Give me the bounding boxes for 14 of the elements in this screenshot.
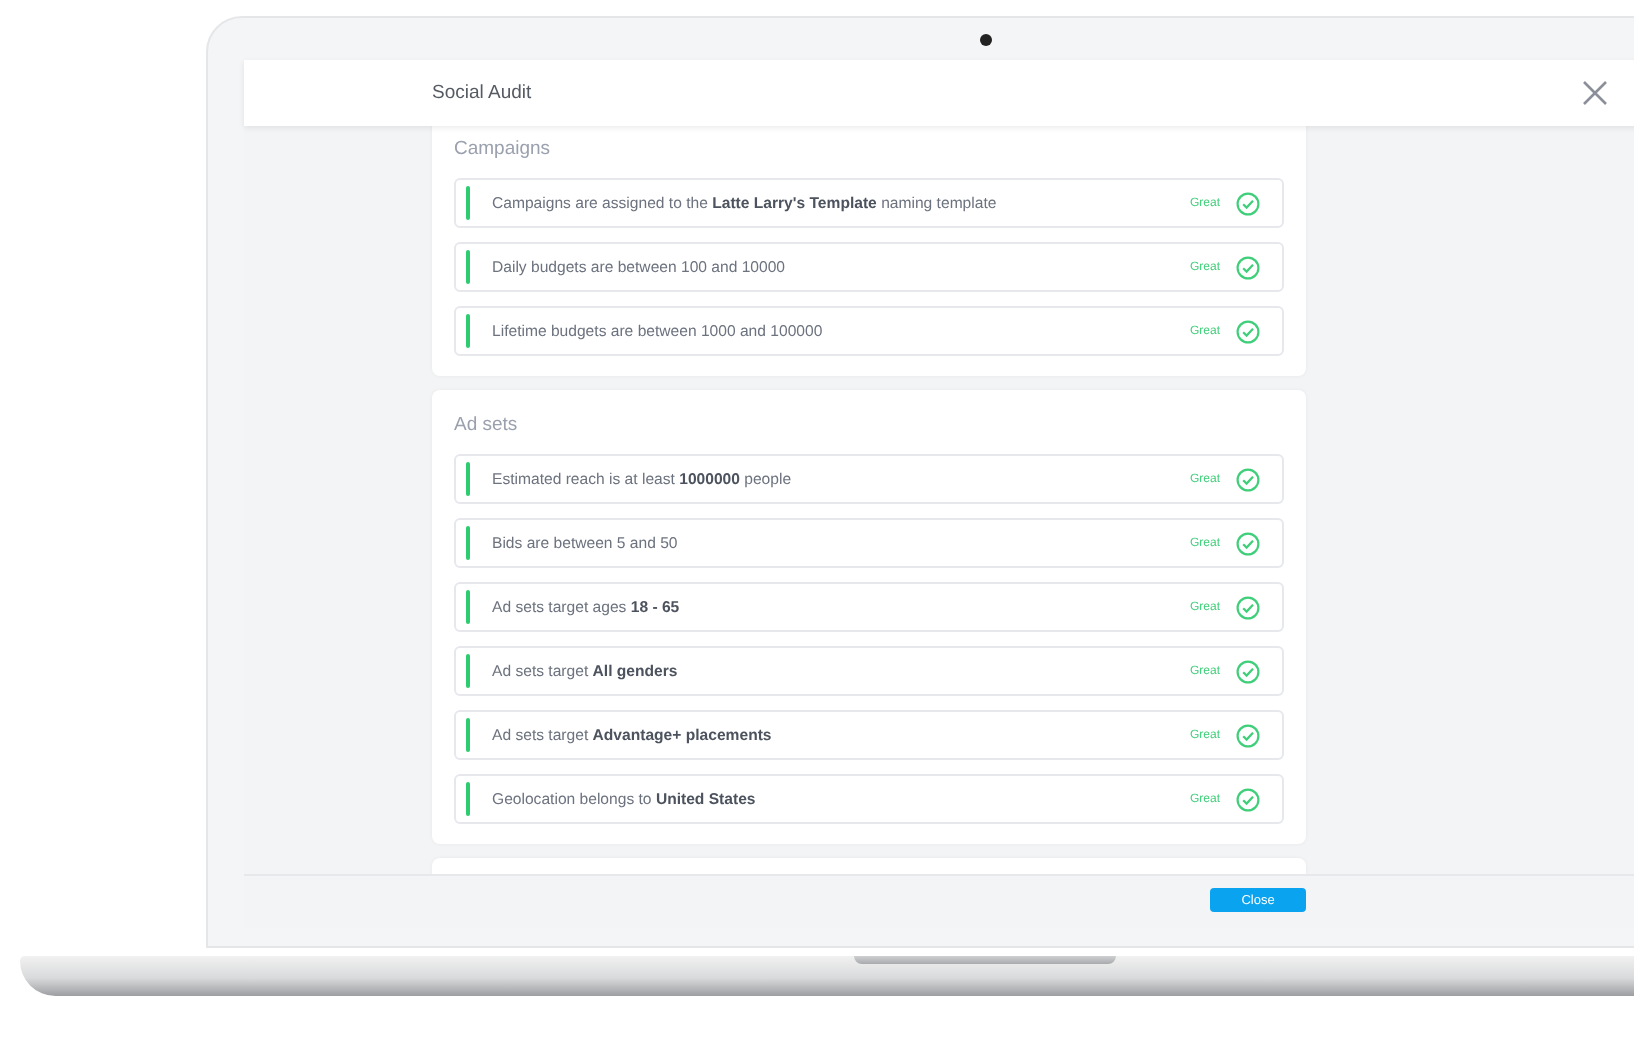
check-circle-icon [1236,723,1260,747]
check-circle-icon [1236,531,1260,555]
check-circle-icon [1236,319,1260,343]
camera-dot [980,33,992,45]
close-icon[interactable] [1581,80,1608,106]
section-title: Ad sets [454,414,520,436]
modal-title: Social Audit [432,82,532,104]
check-circle-icon [1236,659,1260,683]
check-circle-icon [1236,467,1260,491]
section-title: Campaigns [454,138,553,160]
check-circle-icon [1236,787,1260,811]
check-circle-icon [1236,595,1260,619]
check-circle-icon [1236,191,1260,215]
check-circle-icon [1236,255,1260,279]
